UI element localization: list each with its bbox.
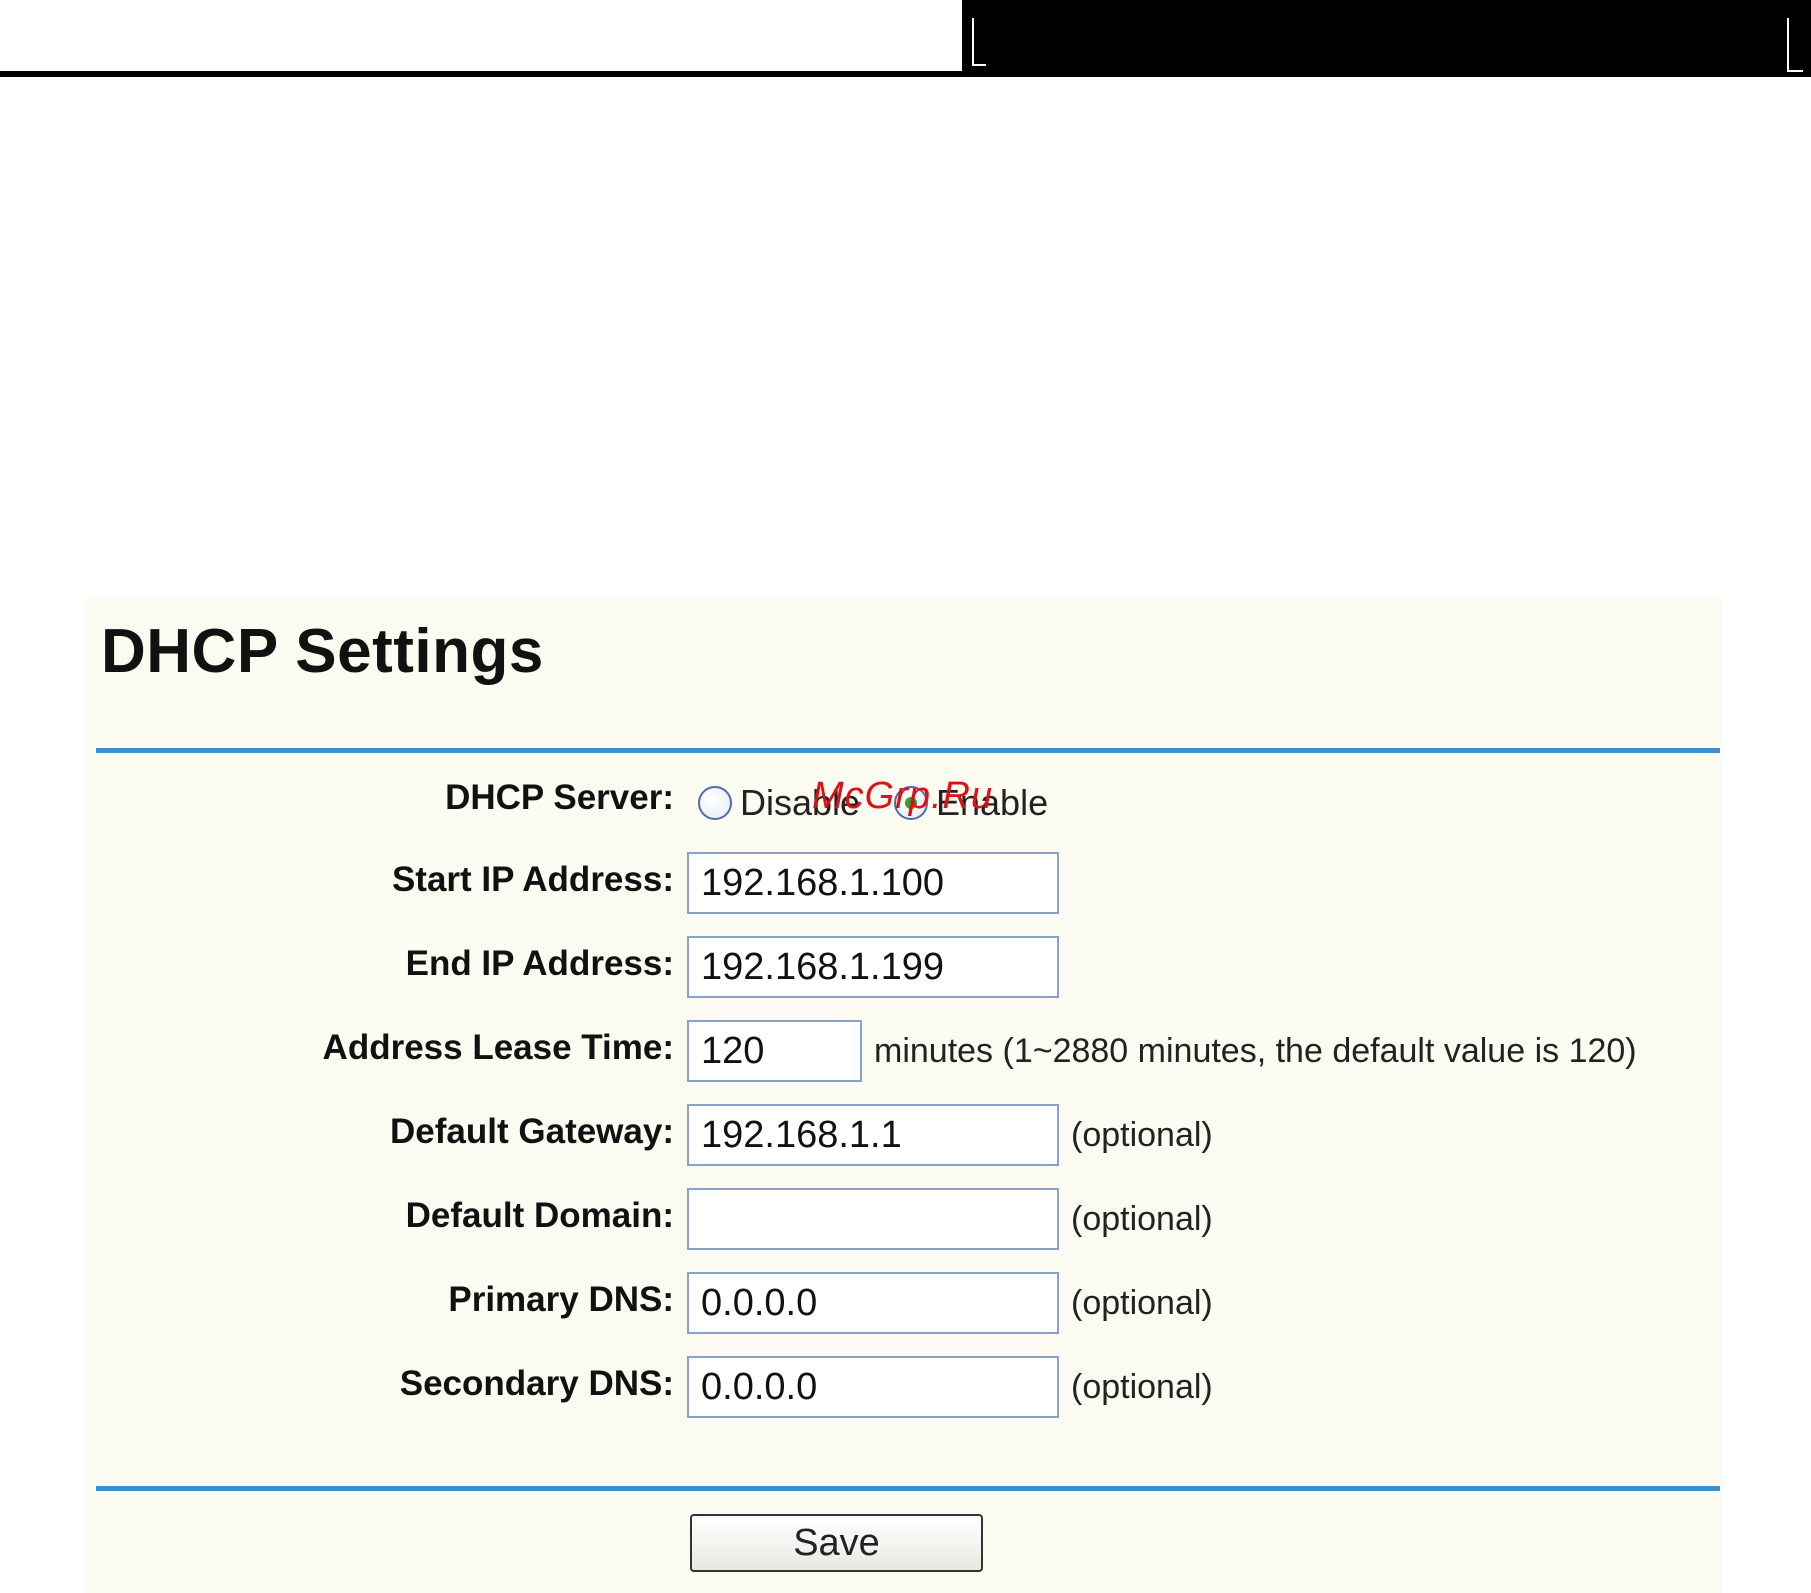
gateway-input[interactable] [687,1104,1059,1166]
domain-label: Default Domain: [405,1196,674,1235]
save-button[interactable]: Save [690,1514,983,1572]
secondary-dns-label: Secondary DNS: [399,1364,674,1403]
gateway-label: Default Gateway: [390,1112,674,1151]
divider-bottom [96,1486,1720,1491]
end-ip-input[interactable] [687,936,1059,998]
primary-dns-label: Primary DNS: [448,1280,674,1319]
header-bar-left [0,0,962,77]
primary-dns-input[interactable] [687,1272,1059,1334]
gateway-hint: (optional) [1071,1116,1213,1154]
page-title: DHCP Settings [101,617,544,686]
radio-disable-circle[interactable] [698,786,732,820]
dhcp-settings-panel: DHCP Settings DHCP Server: Disable Enabl… [84,598,1722,1593]
secondary-dns-input[interactable] [687,1356,1059,1418]
corner-mark-left [972,18,986,66]
watermark-text: McGrp.Ru [812,775,994,817]
lease-time-input[interactable] [687,1020,862,1082]
domain-input[interactable] [687,1188,1059,1250]
primary-dns-hint: (optional) [1071,1284,1213,1322]
dhcp-server-label: DHCP Server: [445,778,674,817]
start-ip-label: Start IP Address: [391,860,674,899]
lease-time-hint: minutes (1~2880 minutes, the default val… [874,1032,1637,1070]
header-bar-right [962,0,1811,77]
domain-hint: (optional) [1071,1200,1213,1238]
secondary-dns-hint: (optional) [1071,1368,1213,1406]
corner-mark-right [1787,18,1803,72]
lease-time-label: Address Lease Time: [322,1028,674,1067]
divider-top [96,748,1720,753]
end-ip-label: End IP Address: [405,944,674,983]
start-ip-input[interactable] [687,852,1059,914]
